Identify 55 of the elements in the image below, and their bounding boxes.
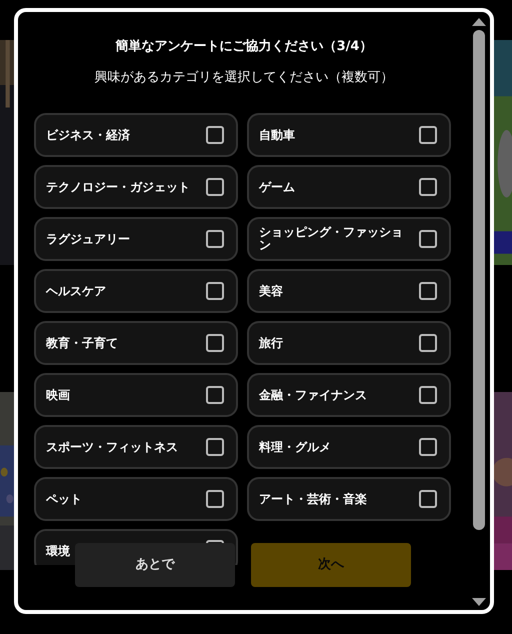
option-item[interactable]: スポーツ・フィットネス [34, 425, 238, 469]
later-button[interactable]: あとで [75, 543, 235, 587]
option-label: 教育・子育て [46, 334, 118, 352]
checkbox[interactable] [206, 282, 224, 300]
checkbox[interactable] [419, 230, 437, 248]
option-item[interactable]: 映画 [34, 373, 238, 417]
dialog-subtitle: 興味があるカテゴリを選択してください（複数可） [94, 68, 394, 86]
checkbox[interactable] [206, 334, 224, 352]
checkbox[interactable] [206, 490, 224, 508]
option-item[interactable]: 料理・グルメ [247, 425, 451, 469]
checkbox[interactable] [419, 282, 437, 300]
checkbox[interactable] [206, 438, 224, 456]
option-label: ビジネス・経済 [46, 126, 130, 144]
checkbox[interactable] [419, 126, 437, 144]
checkbox[interactable] [206, 230, 224, 248]
option-item[interactable]: 金融・ファイナンス [247, 373, 451, 417]
option-item[interactable]: アート・芸術・音楽 [247, 477, 451, 521]
checkbox[interactable] [419, 438, 437, 456]
option-label: ヘルスケア [46, 282, 106, 300]
option-label: テクノロジー・ガジェット [46, 178, 190, 196]
option-item[interactable]: 旅行 [247, 321, 451, 365]
checkbox[interactable] [206, 178, 224, 196]
checkbox[interactable] [419, 178, 437, 196]
option-label: ラグジュアリー [46, 230, 130, 248]
option-item[interactable]: ショッピング・ファッション [247, 217, 451, 261]
option-label: ショッピング・ファッション [259, 224, 404, 254]
option-item[interactable]: 自動車 [247, 113, 451, 157]
option-item[interactable]: ラグジュアリー [34, 217, 238, 261]
checkbox[interactable] [206, 386, 224, 404]
option-item[interactable]: 美容 [247, 269, 451, 313]
option-item[interactable]: テクノロジー・ガジェット [34, 165, 238, 209]
scrollbar-thumb[interactable] [473, 30, 485, 530]
option-label: 環境 [46, 542, 70, 560]
option-label: アート・芸術・音楽 [259, 490, 367, 508]
option-label: 映画 [46, 386, 70, 404]
option-item[interactable]: ゲーム [247, 165, 451, 209]
checkbox[interactable] [419, 386, 437, 404]
scroll-up-icon[interactable] [472, 18, 486, 26]
checkbox[interactable] [419, 490, 437, 508]
checkbox[interactable] [206, 126, 224, 144]
option-label: ゲーム [259, 178, 295, 196]
dialog-title: 簡単なアンケートにご協力ください（3/4） [116, 38, 372, 56]
option-label: ペット [46, 490, 82, 508]
option-item[interactable]: ビジネス・経済 [34, 113, 238, 157]
scroll-down-icon[interactable] [472, 598, 486, 606]
checkbox[interactable] [419, 334, 437, 352]
option-label: 旅行 [259, 334, 283, 352]
option-label: 料理・グルメ [259, 438, 331, 456]
option-item[interactable]: ペット [34, 477, 238, 521]
option-label: 美容 [259, 282, 283, 300]
option-item[interactable]: 教育・子育て [34, 321, 238, 365]
option-label: 自動車 [259, 126, 295, 144]
option-label: スポーツ・フィットネス [46, 438, 178, 456]
option-item[interactable]: ヘルスケア [34, 269, 238, 313]
option-label: 金融・ファイナンス [259, 386, 367, 404]
